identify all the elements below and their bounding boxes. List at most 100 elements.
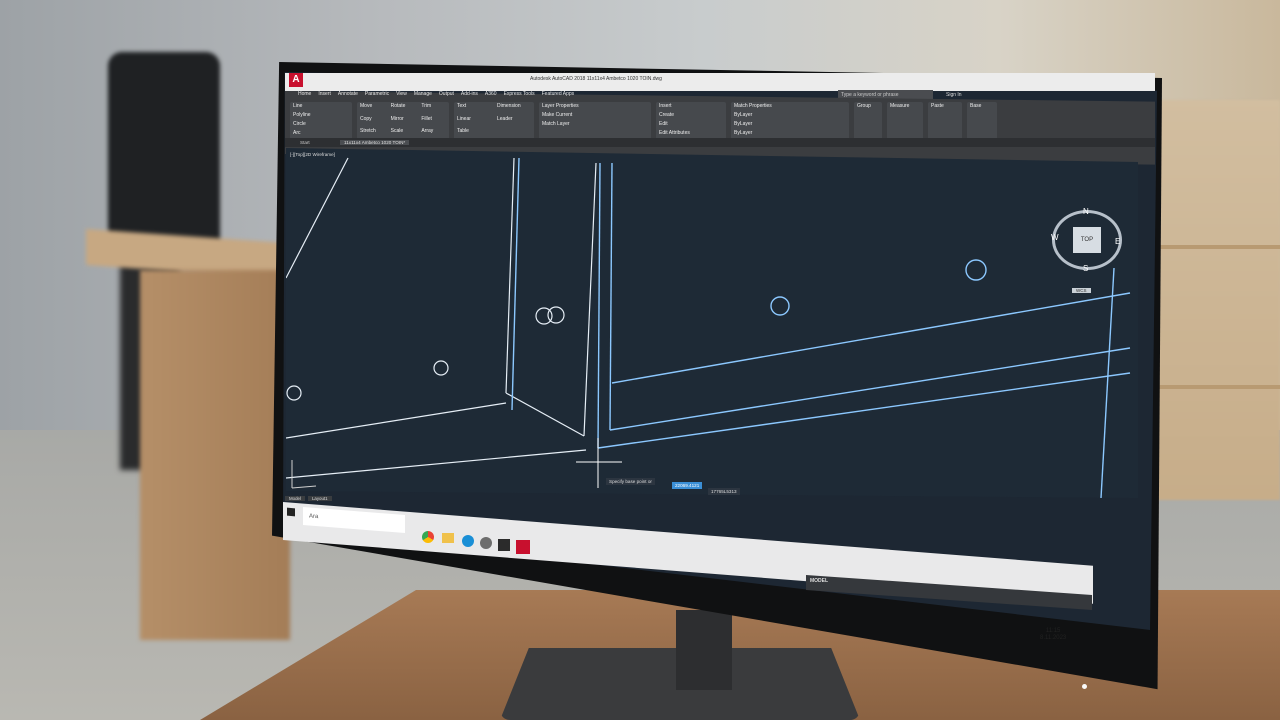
photo-scene: A Autodesk AutoCAD 2018 11x11x4 Ambetco … — [0, 0, 1280, 720]
box-seam — [1150, 245, 1280, 249]
measure-button[interactable]: Measure — [887, 102, 923, 111]
document-tab-bar — [285, 138, 1155, 147]
copy-button[interactable]: Copy — [357, 115, 388, 128]
cad-hole — [286, 385, 302, 401]
compass-east: E — [1115, 237, 1121, 246]
autocad-taskbar-icon[interactable] — [516, 540, 530, 554]
insert-button[interactable]: Insert — [656, 102, 726, 111]
tab-annotate[interactable]: Annotate — [338, 91, 358, 97]
paste-button[interactable]: Paste — [928, 102, 962, 111]
tab-manage[interactable]: Manage — [414, 91, 432, 97]
panel-view: Base View — [967, 102, 997, 148]
office-chair — [108, 52, 220, 252]
file-explorer-icon[interactable] — [442, 533, 454, 543]
cad-hole — [433, 360, 449, 376]
panel-modify: Move Rotate Trim Copy Mirror Fillet Stre… — [357, 102, 449, 148]
linear-button[interactable]: Linear — [454, 115, 494, 128]
app-icon[interactable] — [498, 539, 510, 551]
background-desk-side — [140, 270, 290, 640]
rotate-button[interactable]: Rotate — [388, 102, 419, 115]
text-button[interactable]: Text — [454, 102, 494, 115]
cad-line — [505, 392, 585, 437]
tab-insert[interactable]: Insert — [318, 91, 331, 97]
cad-drawing[interactable] — [286, 148, 1138, 498]
fillet-button[interactable]: Fillet — [418, 115, 449, 128]
coordinate-input-y[interactable]: 17765L5313 — [708, 488, 740, 495]
panel-block: Insert Create Edit Edit Attributes Block — [656, 102, 726, 148]
tab-add-ins[interactable]: Add-ins — [461, 91, 478, 97]
mirror-button[interactable]: Mirror — [388, 115, 419, 128]
ribbon-tabs: Home Insert Annotate Parametric View Man… — [298, 91, 574, 97]
panel-layers: Layer Properties Make Current Match Laye… — [539, 102, 651, 148]
tab-a360[interactable]: A360 — [485, 91, 497, 97]
cad-selected-line — [597, 372, 1131, 449]
power-led — [1082, 684, 1087, 689]
tab-home[interactable]: Home — [298, 91, 311, 97]
make-current-button[interactable]: Make Current — [539, 111, 651, 120]
tab-parametric[interactable]: Parametric — [365, 91, 389, 97]
edit-block-button[interactable]: Edit — [656, 120, 726, 129]
cad-line — [286, 157, 349, 279]
cad-line — [286, 402, 507, 439]
lineweight-select[interactable]: ByLayer — [731, 129, 849, 138]
match-layer-button[interactable]: Match Layer — [539, 120, 651, 129]
layer-properties-button[interactable]: Layer Properties — [539, 102, 651, 111]
compass-west: W — [1051, 233, 1059, 242]
system-clock[interactable]: 11:15 8.11.2023 — [1040, 628, 1066, 642]
tab-output[interactable]: Output — [439, 91, 454, 97]
viewcube-top-face[interactable]: TOP — [1073, 227, 1101, 253]
base-view-button[interactable]: Base — [967, 102, 997, 111]
linetype-select[interactable]: ByLayer — [731, 120, 849, 129]
arc-tool-button[interactable]: Arc — [290, 129, 352, 138]
sign-in-link[interactable]: Sign In — [946, 92, 962, 98]
cad-line — [583, 162, 597, 437]
group-button[interactable]: Group — [854, 102, 882, 111]
leader-button[interactable]: Leader — [494, 115, 534, 128]
cad-selected-line — [1100, 267, 1115, 498]
line-tool-button[interactable]: Line — [290, 102, 352, 111]
layout-tabs: Model Layout1 — [285, 496, 332, 501]
cad-selected-line — [597, 162, 601, 449]
app-icon[interactable] — [480, 537, 492, 549]
tab-layout1[interactable]: Layout1 — [307, 496, 332, 501]
tab-express-tools[interactable]: Express Tools — [504, 91, 535, 97]
tab-model[interactable]: Model — [285, 496, 305, 501]
match-properties-button[interactable]: Match Properties — [731, 102, 849, 111]
chrome-icon[interactable] — [422, 531, 434, 543]
windows-start-icon[interactable] — [287, 507, 295, 517]
create-block-button[interactable]: Create — [656, 111, 726, 120]
cad-selected-hole — [965, 259, 987, 281]
ucs-menu[interactable]: WCS — [1072, 288, 1091, 293]
tab-view[interactable]: View — [396, 91, 407, 97]
cardboard-boxes — [1150, 100, 1280, 500]
window-title: Autodesk AutoCAD 2018 11x11x4 Ambetco 10… — [530, 76, 662, 82]
tab-drawing[interactable]: 11x11x4 Ambetco 1020 TOIN* — [340, 140, 410, 145]
cad-selected-line — [609, 162, 613, 431]
ribbon-panels: Line Polyline Circle Arc Draw Move Rotat… — [290, 102, 997, 148]
cad-selected-hole — [770, 296, 790, 316]
monitor-stand-neck — [676, 610, 732, 690]
clock-time: 11:15 — [1045, 628, 1061, 634]
model-space-toggle[interactable]: MODEL — [810, 578, 828, 584]
move-button[interactable]: Move — [357, 102, 388, 115]
compass-south: S — [1083, 264, 1089, 273]
polyline-tool-button[interactable]: Polyline — [290, 111, 352, 120]
ucs-x-axis — [291, 485, 317, 489]
box-seam — [1150, 385, 1280, 389]
panel-annotation: Text Dimension Linear Leader Table Annot… — [454, 102, 534, 148]
autocad-logo-icon[interactable]: A — [289, 73, 303, 87]
tab-featured-apps[interactable]: Featured Apps — [542, 91, 575, 97]
edge-icon[interactable] — [462, 535, 474, 547]
viewport-controls[interactable]: [-][Top][2D Wireframe] — [290, 152, 335, 157]
color-select[interactable]: ByLayer — [731, 111, 849, 120]
tab-start[interactable]: Start — [300, 140, 310, 145]
clock-date: 8.11.2023 — [1040, 635, 1067, 641]
trim-button[interactable]: Trim — [418, 102, 449, 115]
coordinate-input-x[interactable]: 22069.4121 — [672, 482, 703, 489]
edit-attributes-button[interactable]: Edit Attributes — [656, 129, 726, 138]
panel-draw: Line Polyline Circle Arc Draw — [290, 102, 352, 148]
panel-utilities: Measure Utilities — [887, 102, 923, 148]
circle-tool-button[interactable]: Circle — [290, 120, 352, 129]
panel-groups: Group Groups — [854, 102, 882, 148]
dimension-button[interactable]: Dimension — [494, 102, 534, 115]
